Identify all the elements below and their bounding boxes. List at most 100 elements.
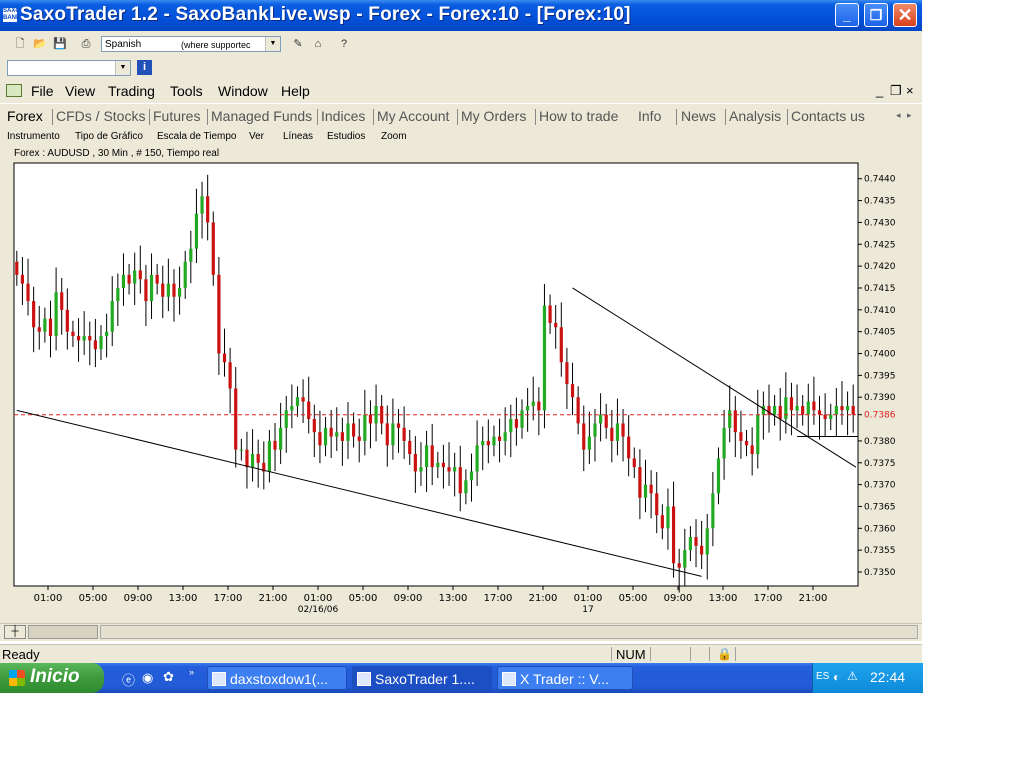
- task-label: daxstoxdow1(...: [230, 671, 329, 687]
- tab-separator: [373, 109, 374, 125]
- scrollbar-thumb[interactable]: [28, 625, 98, 639]
- candle-body: [643, 484, 648, 498]
- chart-menu-instrument[interactable]: Instrumento: [7, 131, 60, 142]
- candle-body: [514, 419, 518, 428]
- tab-forex[interactable]: Forex: [7, 108, 43, 124]
- home-icon[interactable]: ⌂: [311, 37, 325, 51]
- y-tick-label: 0.7420: [864, 262, 896, 272]
- ie-icon[interactable]: ⓔ: [122, 670, 135, 689]
- tab-scroll-left-icon[interactable]: ◂: [896, 110, 901, 121]
- messenger-icon[interactable]: ✿: [163, 669, 174, 685]
- task-x-trader[interactable]: X Trader :: V...: [497, 666, 633, 690]
- new-file-icon[interactable]: 🗋: [13, 37, 27, 51]
- tab-info[interactable]: Info: [638, 108, 661, 124]
- save-icon[interactable]: 💾: [53, 37, 67, 51]
- tab-scroll-right-icon[interactable]: ▸: [907, 110, 912, 121]
- y-tick-label: 0.7365: [864, 502, 896, 512]
- tab-how-to-trade[interactable]: How to trade: [539, 108, 618, 124]
- candle-body: [149, 274, 154, 302]
- x-tick-label: 01:00: [34, 593, 63, 604]
- candle-body: [784, 397, 788, 420]
- candle-body: [559, 327, 563, 363]
- candle-body: [408, 440, 412, 455]
- candle-body: [520, 410, 524, 428]
- candle-body: [632, 458, 636, 468]
- x-tick-label: 05:00: [79, 593, 108, 604]
- quicklaunch-more-icon[interactable]: »: [189, 667, 194, 677]
- split-handle-icon[interactable]: ┼: [4, 625, 26, 639]
- chart-window-icon[interactable]: [6, 84, 22, 97]
- minimize-button[interactable]: _: [835, 3, 859, 27]
- tab-cfds-stocks[interactable]: CFDs / Stocks: [56, 108, 145, 124]
- candle-body: [335, 432, 339, 437]
- horizontal-scrollbar[interactable]: [100, 625, 918, 639]
- instrument-select[interactable]: ▼: [7, 60, 131, 76]
- chart-menu-chart-type[interactable]: Tipo de Gráfico: [75, 131, 143, 142]
- task-daxstoxdow1[interactable]: daxstoxdow1(...: [207, 666, 347, 690]
- language-select[interactable]: Spanish (where supportec ▼: [101, 36, 281, 52]
- tab-my-orders[interactable]: My Orders: [461, 108, 526, 124]
- tab-managed-funds[interactable]: Managed Funds: [211, 108, 312, 124]
- status-divider: [650, 647, 651, 661]
- title-bar[interactable]: SAXO BANK SaxoTrader 1.2 - SaxoBankLive.…: [0, 0, 922, 31]
- candle-body: [206, 196, 210, 223]
- candle-body: [503, 432, 507, 441]
- chart-menu-lines[interactable]: Líneas: [283, 131, 313, 142]
- mdi-minimize-icon[interactable]: _: [876, 83, 883, 98]
- tab-analysis[interactable]: Analysis: [729, 108, 781, 124]
- x-tick-label: 05:00: [619, 593, 648, 604]
- candle-body: [801, 405, 805, 415]
- candle-body: [655, 493, 659, 516]
- tab-indices[interactable]: Indices: [321, 108, 365, 124]
- candle-body: [795, 405, 799, 411]
- mdi-restore-icon[interactable]: ❐: [890, 83, 902, 99]
- candle-body: [671, 506, 676, 564]
- menu-help[interactable]: Help: [281, 83, 310, 99]
- y-tick-label: 0.7430: [864, 218, 896, 228]
- candle-body: [301, 397, 305, 402]
- price-chart[interactable]: 0.7440 0.7435 0.7430 0.7425 0.7420 0.7415 0.74…: [0, 145, 922, 623]
- x-tick-label: 09:00: [394, 593, 423, 604]
- close-button[interactable]: ✕: [893, 3, 917, 27]
- candle-body: [177, 287, 182, 297]
- chart-menu-studies[interactable]: Estudios: [327, 131, 365, 142]
- menu-file[interactable]: File: [31, 83, 54, 99]
- task-saxotrader[interactable]: SaxoTrader 1....: [352, 666, 492, 690]
- chart-menu-zoom[interactable]: Zoom: [381, 131, 407, 142]
- menu-view[interactable]: View: [65, 83, 95, 99]
- candle-body: [245, 449, 249, 468]
- maximize-button[interactable]: ❐: [864, 3, 888, 27]
- edit-icon[interactable]: ✎: [291, 37, 305, 51]
- chevron-down-icon[interactable]: ▼: [265, 37, 280, 51]
- security-alert-icon[interactable]: ⚠: [847, 669, 858, 683]
- tab-contacts-us[interactable]: Contacts us: [791, 108, 865, 124]
- y-tick-label: 0.7386: [864, 411, 896, 421]
- tab-futures[interactable]: Futures: [153, 108, 200, 124]
- menu-trading[interactable]: Trading: [108, 83, 155, 99]
- candle-body: [133, 270, 137, 284]
- open-folder-icon[interactable]: 📂: [33, 37, 47, 51]
- chart-menu-time-scale[interactable]: Escala de Tiempo: [157, 131, 237, 142]
- tab-separator: [52, 109, 53, 125]
- chevron-down-icon[interactable]: ▼: [115, 61, 130, 75]
- y-tick-label: 0.7410: [864, 306, 896, 316]
- start-button[interactable]: Inicio: [0, 663, 104, 693]
- menu-window[interactable]: Window: [218, 83, 268, 99]
- candle-body: [829, 414, 833, 420]
- task-label: X Trader :: V...: [520, 671, 609, 687]
- network-icon[interactable]: ◐: [833, 670, 840, 684]
- menu-tools[interactable]: Tools: [170, 83, 203, 99]
- x-tick-label: 17:00: [484, 593, 513, 604]
- browser-icon[interactable]: ◉: [142, 670, 153, 686]
- info-icon[interactable]: i: [137, 60, 152, 75]
- candle-body: [761, 405, 765, 415]
- tab-news[interactable]: News: [681, 108, 716, 124]
- candle-body: [615, 423, 620, 441]
- help-icon[interactable]: ?: [337, 37, 351, 51]
- chart-menu-view[interactable]: Ver: [249, 131, 264, 142]
- tab-my-account[interactable]: My Account: [377, 108, 449, 124]
- mdi-close-icon[interactable]: ×: [906, 83, 914, 98]
- tab-separator: [149, 109, 150, 125]
- print-icon[interactable]: ⎙: [79, 37, 93, 51]
- language-indicator[interactable]: ES: [816, 671, 829, 682]
